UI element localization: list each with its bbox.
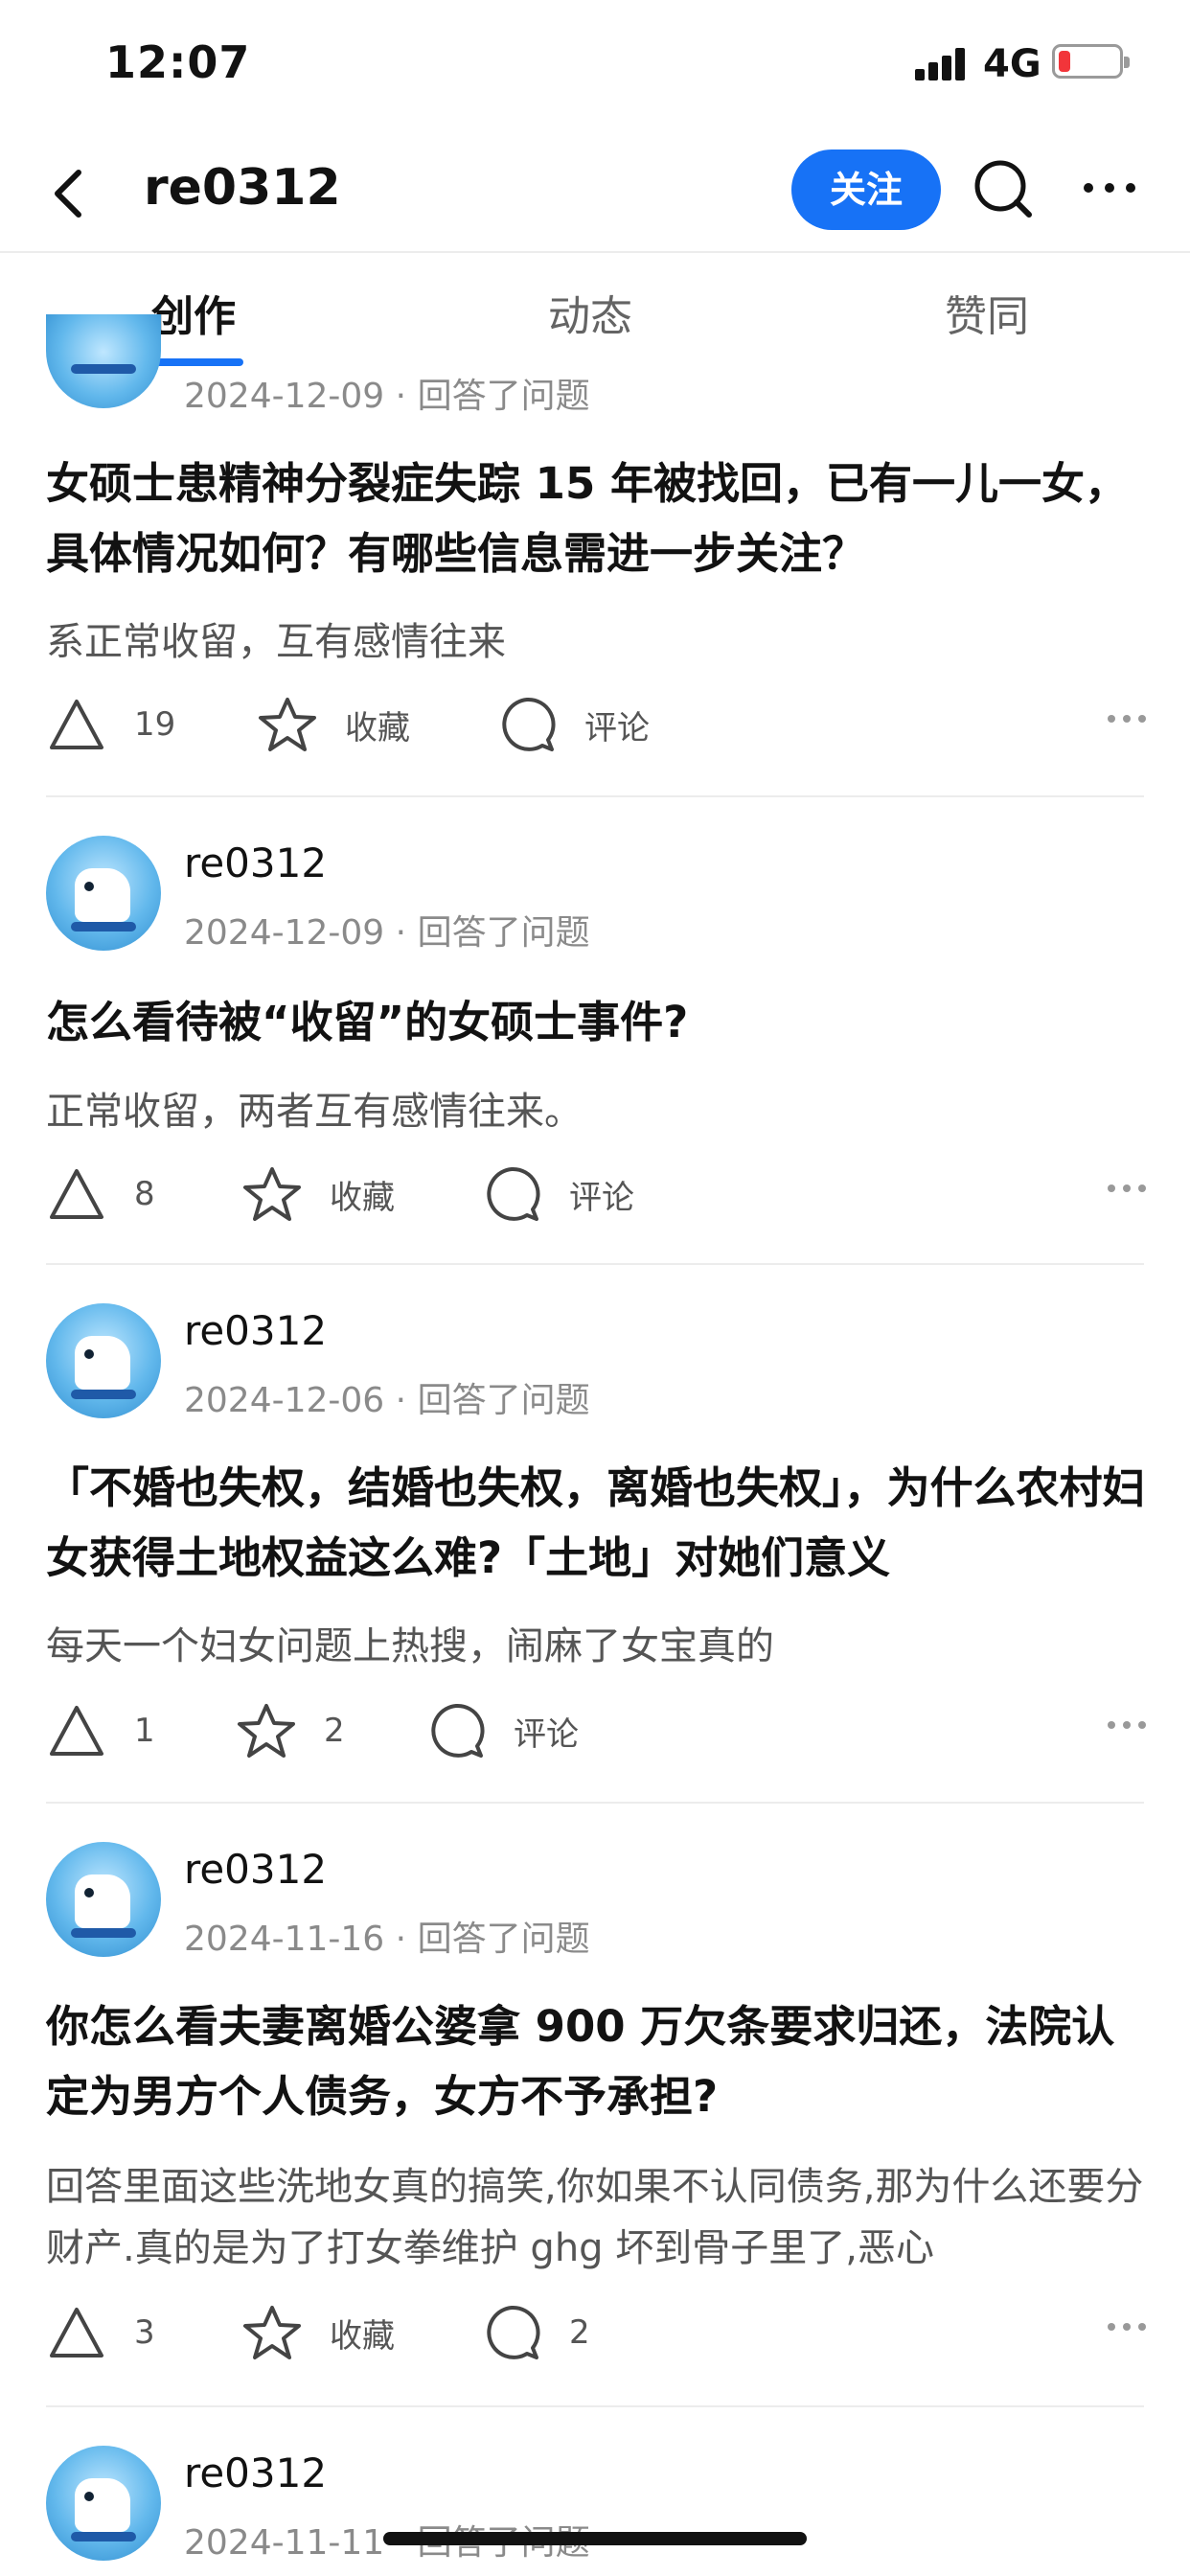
- author-name[interactable]: re0312: [184, 1307, 327, 1354]
- network-label: 4G: [983, 42, 1041, 86]
- favorite-button[interactable]: 收藏: [241, 2302, 395, 2363]
- card-actions: 8 收藏 评论: [46, 1163, 1148, 1225]
- tab-creations[interactable]: 创作: [151, 282, 236, 343]
- feed-card[interactable]: re0312 2024-11-11 · 回答了问题: [0, 2407, 1190, 2576]
- avatar[interactable]: [46, 314, 161, 408]
- question-title[interactable]: 你怎么看夫妻离婚公婆拿 900 万欠条要求归还，法院认定为男方个人债务，女方不予…: [46, 1991, 1148, 2131]
- avatar[interactable]: [46, 1303, 161, 1418]
- card-actions: 19 收藏 评论: [46, 694, 1148, 755]
- upvote-button[interactable]: 8: [46, 1163, 155, 1225]
- more-options-icon[interactable]: [1083, 176, 1136, 199]
- author-name[interactable]: re0312: [184, 840, 327, 886]
- comment-icon: [487, 2305, 540, 2359]
- star-icon: [243, 1167, 301, 1221]
- author-name[interactable]: re0312: [184, 1846, 327, 1893]
- avatar[interactable]: [46, 2446, 161, 2561]
- feed-card[interactable]: re0312 2024-12-06 · 回答了问题 「不婚也失权，结婚也失权，离…: [0, 1265, 1190, 1804]
- favorite-button[interactable]: 收藏: [241, 1163, 395, 1225]
- avatar[interactable]: [46, 1842, 161, 1957]
- tab-upvoted[interactable]: 赞同: [945, 282, 1029, 343]
- card-actions: 3 收藏 2: [46, 2302, 1148, 2363]
- card-actions: 1 2 评论: [46, 1700, 1148, 1761]
- top-nav-bar: re0312 关注: [0, 134, 1190, 253]
- question-title[interactable]: 女硕士患精神分裂症失踪 15 年被找回，已有一儿一女，具体情况如何？有哪些信息需…: [46, 448, 1148, 588]
- more-icon[interactable]: [1106, 1181, 1148, 1196]
- question-title[interactable]: 怎么看待被“收留”的女硕士事件?: [46, 987, 1148, 1057]
- more-icon[interactable]: [1106, 2319, 1148, 2334]
- home-indicator[interactable]: [383, 2532, 807, 2545]
- upvote-icon: [50, 1706, 103, 1756]
- star-icon: [238, 1704, 295, 1758]
- page-title: re0312: [144, 159, 341, 217]
- answer-excerpt[interactable]: 每天一个妇女问题上热搜，闹麻了女宝真的: [46, 1616, 1148, 1677]
- star-icon: [243, 2306, 301, 2359]
- comment-button[interactable]: 2: [481, 2302, 590, 2363]
- card-meta: 2024-12-06 · 回答了问题: [184, 1381, 590, 1420]
- question-title[interactable]: 「不婚也失权，结婚也失权，离婚也失权」，为什么农村妇女获得土地权益这么难?「土地…: [46, 1453, 1148, 1593]
- feed-card[interactable]: re0312 2024-11-16 · 回答了问题 你怎么看夫妻离婚公婆拿 90…: [0, 1804, 1190, 2405]
- search-icon[interactable]: [970, 155, 1037, 222]
- answer-excerpt[interactable]: 回答里面这些洗地女真的搞笑,你如果不认同债务,那为什么还要分财产.真的是为了打女…: [46, 2156, 1148, 2279]
- upvote-button[interactable]: 19: [46, 694, 175, 755]
- more-icon[interactable]: [1106, 711, 1148, 726]
- status-bar: 12:07 4G: [0, 0, 1190, 134]
- upvote-button[interactable]: 1: [46, 1700, 155, 1761]
- comment-button[interactable]: 评论: [481, 1163, 634, 1225]
- feed-card[interactable]: 2024-12-09 · 回答了问题 女硕士患精神分裂症失踪 15 年被找回，已…: [0, 314, 1190, 795]
- author-name[interactable]: re0312: [184, 2450, 327, 2496]
- comment-icon: [487, 1166, 540, 1221]
- avatar[interactable]: [46, 836, 161, 951]
- comment-button[interactable]: 评论: [496, 694, 650, 755]
- feed-card[interactable]: re0312 2024-12-09 · 回答了问题 怎么看待被“收留”的女硕士事…: [0, 797, 1190, 1265]
- battery-icon: [1052, 44, 1130, 79]
- comment-button[interactable]: 评论: [425, 1700, 579, 1761]
- favorite-button[interactable]: 2: [236, 1700, 345, 1761]
- more-icon[interactable]: [1106, 1717, 1148, 1733]
- upvote-icon: [50, 1169, 103, 1219]
- card-meta: 2024-11-16 · 回答了问题: [184, 1920, 590, 1959]
- upvote-icon: [50, 700, 103, 749]
- back-arrow-icon[interactable]: [42, 163, 100, 224]
- card-meta: 2024-12-09 · 回答了问题: [184, 913, 590, 953]
- star-icon: [259, 698, 316, 751]
- comment-icon: [502, 697, 556, 751]
- upvote-icon: [50, 2308, 103, 2358]
- card-meta: 2024-12-09 · 回答了问题: [184, 377, 590, 416]
- status-time: 12:07: [105, 36, 251, 88]
- profile-tabs: 创作 动态 赞同: [0, 253, 1190, 368]
- signal-icon: [915, 46, 969, 80]
- follow-button[interactable]: 关注: [791, 150, 941, 230]
- answer-excerpt[interactable]: 正常收留，两者互有感情往来。: [46, 1081, 1148, 1142]
- upvote-button[interactable]: 3: [46, 2302, 155, 2363]
- answer-excerpt[interactable]: 系正常收留，互有感情往来: [46, 611, 1148, 673]
- active-tab-indicator: [151, 358, 243, 366]
- tab-activity[interactable]: 动态: [548, 282, 632, 343]
- favorite-button[interactable]: 收藏: [257, 694, 410, 755]
- comment-icon: [431, 1703, 485, 1758]
